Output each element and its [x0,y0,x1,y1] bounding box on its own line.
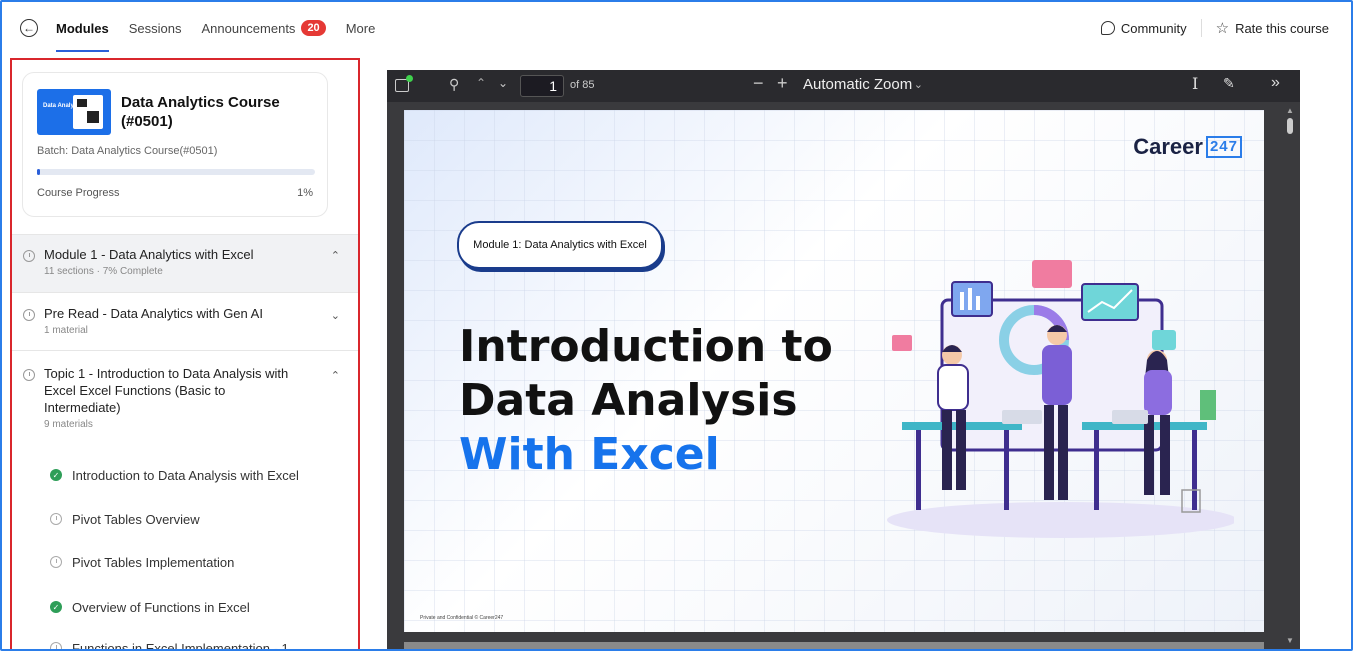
announcements-count-badge: 20 [301,20,326,36]
course-progress-bar [37,169,315,175]
module-subtitle: 9 materials [44,419,93,430]
pdf-page: Career 247 Module 1: Data Analytics with… [404,110,1264,632]
chat-bubble-icon [1100,21,1115,35]
divider [1200,19,1202,37]
clock-icon [50,556,62,568]
text-select-icon[interactable]: I [1192,74,1198,93]
community-label: Community [1120,20,1187,36]
top-right-actions: Community ☆ Rate this course [1100,2,1329,54]
slide-heading: Introduction to Data Analysis With Excel [459,320,833,482]
check-circle-icon: ✓ [50,601,62,613]
app-frame: ← Modules Sessions Announcements 20 More… [0,0,1353,651]
pdf-toolbar: ⚲ ⌃ ⌄ 1 of 85 − + Automatic Zoom ⌄ I ✎ » [387,70,1300,102]
rate-course-button[interactable]: ☆ Rate this course [1216,19,1329,37]
pdf-viewer: ⚲ ⌃ ⌄ 1 of 85 − + Automatic Zoom ⌄ I ✎ »… [387,70,1300,649]
chevron-up-icon[interactable]: ⌃ [331,249,340,262]
module-subtitle: 11 sections · 7% Complete [44,266,163,277]
office-illustration [887,260,1234,538]
search-icon[interactable]: ⚲ [449,76,459,93]
slide-heading-line1: Introduction to [459,321,833,372]
material-label: Functions in Excel Implementation - 1 [72,640,289,651]
module-title: Pre Read - Data Analytics with Gen AI [44,306,263,321]
brand-name: Career [1133,134,1203,159]
brand-logo: Career 247 [1133,134,1242,160]
module-subtitle: 1 material [44,325,88,336]
more-tools-icon[interactable]: » [1271,74,1280,92]
module-pill-text: Module 1: Data Analytics with Excel [473,239,647,251]
course-card: Data Analytics Data Analytics Course (#0… [22,72,328,217]
scroll-up-arrow-icon[interactable]: ▲ [1286,106,1294,115]
community-button[interactable]: Community [1100,20,1187,36]
page-total: of 85 [570,79,595,91]
course-title: Data Analytics Course (#0501) [121,94,280,130]
scroll-down-arrow-icon[interactable]: ▼ [1286,636,1294,645]
course-progress-label: Course Progress [37,187,120,199]
tab-announcements[interactable]: Announcements 20 [201,2,326,54]
material-item[interactable]: Functions in Excel Implementation - 1 [50,638,350,651]
rate-course-label: Rate this course [1235,20,1329,36]
confidential-footer: Private and Confidential © Career247 [420,615,504,621]
pdf-scrollbar[interactable]: ▲ ▼ [1286,106,1294,646]
clock-icon [50,642,62,649]
module-title: Module 1 - Data Analytics with Excel [44,247,254,262]
zoom-select[interactable]: Automatic Zoom ⌄ [797,74,937,97]
course-thumbnail: Data Analytics [37,89,111,135]
previous-page-icon[interactable]: ⌃ [476,76,486,90]
module-item-2[interactable]: Pre Read - Data Analytics with Gen AI 1 … [12,292,358,350]
tab-more[interactable]: More [346,2,376,54]
check-circle-icon: ✓ [50,469,62,481]
material-label: Pivot Tables Implementation [72,554,235,570]
material-item[interactable]: ✓ Introduction to Data Analysis with Exc… [50,465,350,485]
chevron-down-icon[interactable]: ⌄ [331,309,340,322]
draw-pen-icon[interactable]: ✎ [1223,75,1235,92]
tab-announcements-label: Announcements [201,20,296,36]
material-item[interactable]: ✓ Overview of Functions in Excel [50,597,350,617]
notification-dot-icon [406,75,413,82]
slide-heading-line3: With Excel [459,429,720,480]
page-number-input[interactable]: 1 [520,75,564,97]
tab-more-label: More [345,20,376,36]
next-pdf-page [404,642,1264,649]
zoom-in-icon[interactable]: + [777,73,788,94]
tab-sessions[interactable]: Sessions [129,2,182,54]
scroll-thumb[interactable] [1287,118,1293,134]
material-label: Introduction to Data Analysis with Excel [72,467,299,483]
top-nav: ← Modules Sessions Announcements 20 More… [2,2,1351,54]
tab-modules[interactable]: Modules [56,2,109,54]
module-item-1[interactable]: Module 1 - Data Analytics with Excel 11 … [12,234,358,292]
tab-sessions-label: Sessions [128,20,182,36]
clock-icon [23,309,35,321]
module-pill: Module 1: Data Analytics with Excel [457,221,663,269]
thumbnail-figure-icon [73,95,103,129]
module-title: Topic 1 - Introduction to Data Analysis … [44,366,289,415]
material-label: Overview of Functions in Excel [72,599,250,615]
clock-icon [50,513,62,525]
batch-label: Batch: Data Analytics Course(#0501) [37,145,218,157]
slide-heading-line2: Data Analysis [459,375,798,426]
tab-modules-label: Modules [56,20,109,36]
course-sidebar: Data Analytics Data Analytics Course (#0… [10,58,360,651]
course-progress-value: 1% [297,187,313,199]
chevron-up-icon[interactable]: ⌃ [331,369,340,382]
zoom-select-value: Automatic Zoom [803,76,913,93]
material-item[interactable]: Pivot Tables Overview [50,509,350,529]
zoom-out-icon[interactable]: − [753,73,764,94]
clock-icon [23,369,35,381]
material-label: Pivot Tables Overview [72,511,200,527]
brand-box: 247 [1205,136,1242,158]
material-item[interactable]: Pivot Tables Implementation [50,552,350,572]
course-progress-fill [37,169,40,175]
clock-icon [23,250,35,262]
chevron-down-icon: ⌄ [913,79,923,91]
star-icon: ☆ [1215,20,1230,37]
back-arrow-icon[interactable]: ← [20,19,38,37]
module-item-3[interactable]: Topic 1 - Introduction to Data Analysis … [12,350,358,450]
next-page-icon[interactable]: ⌄ [498,76,508,90]
